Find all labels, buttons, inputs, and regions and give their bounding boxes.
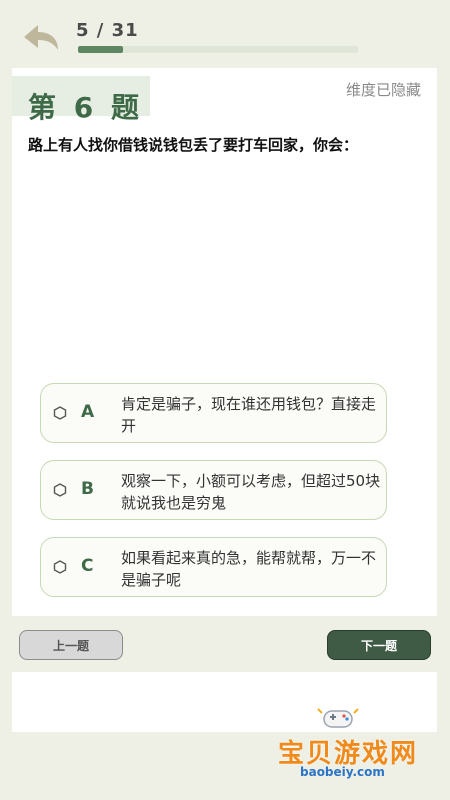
progress-counter: 5 / 31	[76, 20, 139, 41]
question-number-badge: 第 6 题	[12, 76, 150, 124]
question-text: 路上有人找你借钱说钱包丢了要打车回家，你会：	[28, 136, 359, 154]
progress-bar	[78, 46, 358, 53]
gamepad-icon	[317, 708, 359, 728]
option-c[interactable]: C 如果看起来真的急，能帮就帮，万一不是骗子呢	[40, 537, 387, 597]
hexagon-icon	[53, 406, 67, 420]
option-letter: A	[81, 402, 95, 422]
prev-question-button[interactable]: 上一题	[19, 630, 123, 660]
dimension-status: 维度已隐藏	[345, 81, 421, 99]
back-button[interactable]	[18, 20, 62, 56]
option-text: 如果看起来真的急，能帮就帮，万一不是骗子呢	[121, 549, 377, 589]
option-text: 肯定是骗子，现在谁还用钱包？直接走开	[121, 395, 377, 435]
option-text: 观察一下，小额可以考虑，但超过50块就说我也是穷鬼	[121, 472, 381, 512]
header: 5 / 31	[0, 0, 450, 68]
option-a[interactable]: A 肯定是骗子，现在谁还用钱包？直接走开	[40, 383, 387, 443]
question-number: 第 6 题	[28, 91, 143, 124]
option-letter: C	[81, 556, 94, 576]
option-b[interactable]: B 观察一下，小额可以考虑，但超过50块就说我也是穷鬼	[40, 460, 387, 520]
watermark-url: baobeiy.com	[300, 765, 385, 779]
hexagon-icon	[53, 483, 67, 497]
next-question-button[interactable]: 下一题	[327, 630, 431, 660]
back-arrow-icon	[24, 25, 58, 50]
progress-bar-fill	[78, 46, 124, 53]
question-card: 第 6 题 维度已隐藏 路上有人找你借钱说钱包丢了要打车回家，你会：	[12, 68, 437, 616]
hexagon-icon	[53, 560, 67, 574]
site-watermark: 宝贝游戏网 baobeiy.com	[270, 705, 430, 785]
option-letter: B	[81, 479, 94, 499]
